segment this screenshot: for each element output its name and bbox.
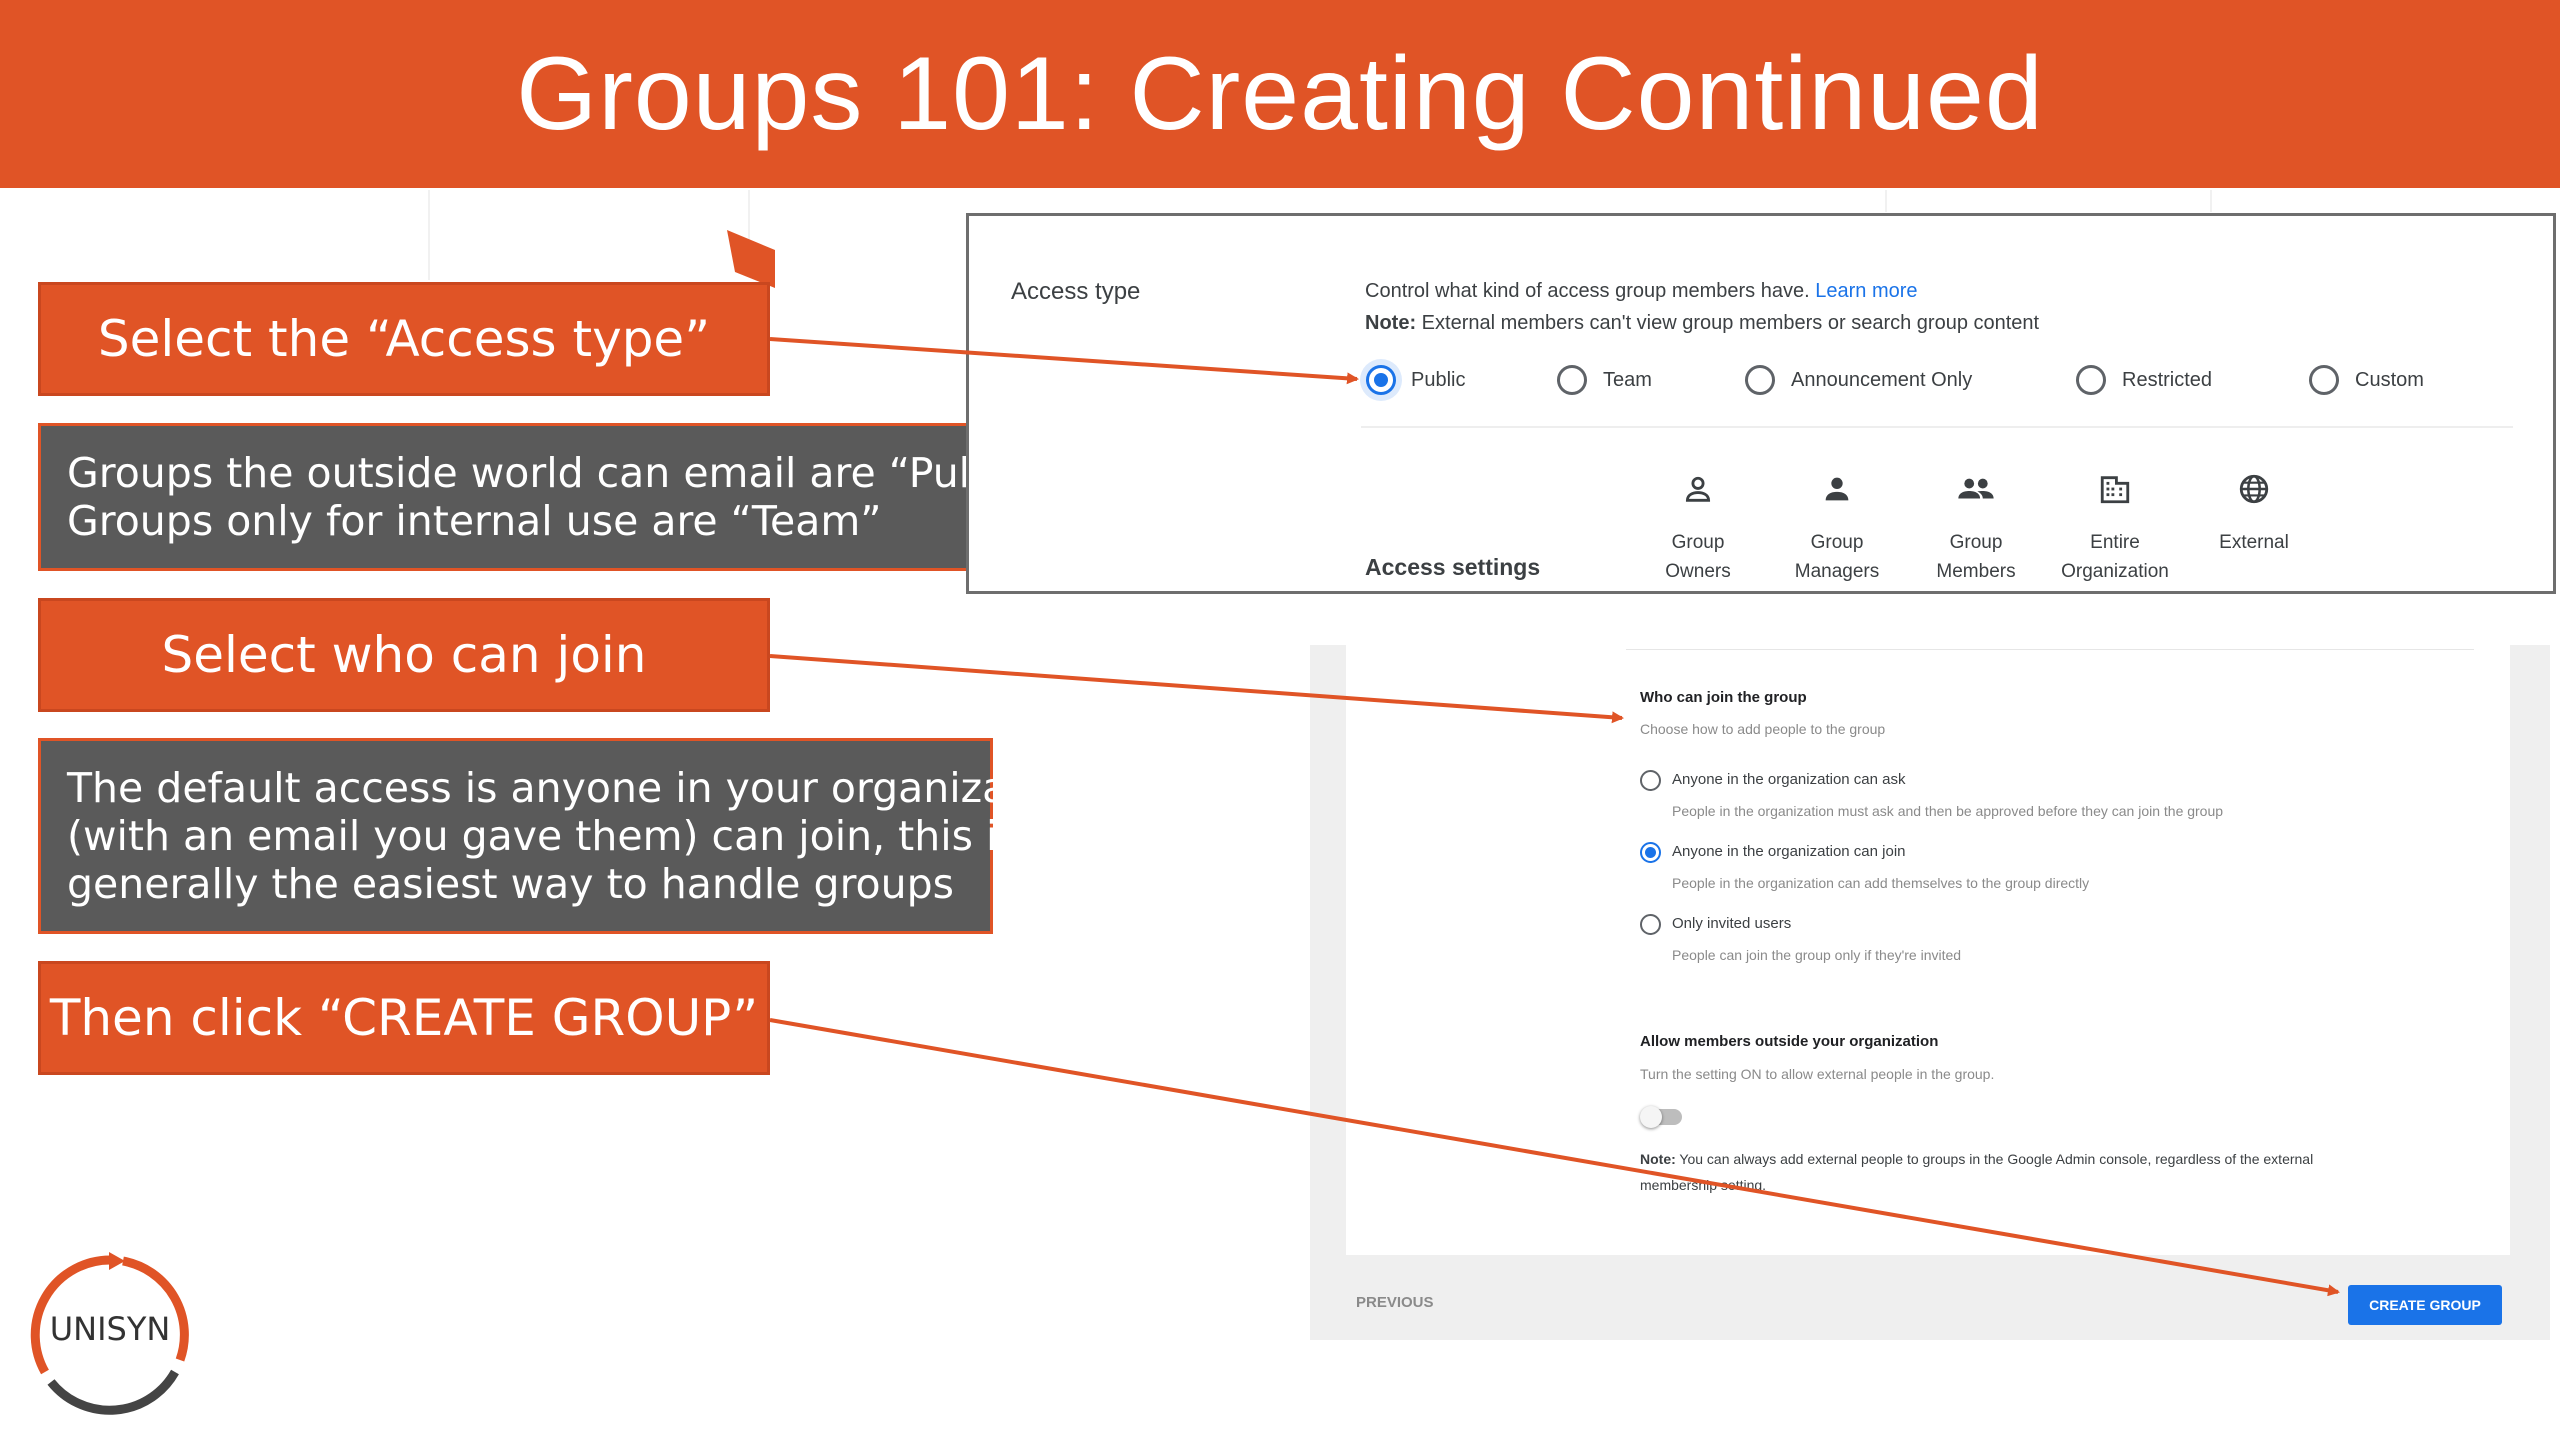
external-note-line-1: Note: You can always add external people… [1640,1151,2313,1167]
callout-default-line-2: (with an email you gave them) can join, … [67,812,1019,860]
perm-group-members: Group Members [1901,528,2051,586]
access-note-text: External members can't view group member… [1421,312,2040,334]
radio-public-label: Public [1411,369,1466,391]
perm-group-owners-line1: Group [1671,532,1725,553]
radio-org-can-ask-label: Anyone in the organization can ask [1672,771,1906,788]
callout-access-type-text: Select the “Access type” [97,310,711,368]
background-divider [748,190,750,260]
background-divider [428,190,430,280]
perm-group-owners-line2: Owners [1665,561,1731,582]
perm-group-owners: Group Owners [1623,528,1773,586]
radio-public[interactable] [1366,365,1396,395]
title-bar: Groups 101: Creating Continued [0,0,2560,188]
slide-title: Groups 101: Creating Continued [516,35,2044,152]
logo-text: UNISYN [49,1310,171,1348]
radio-only-invited-label: Only invited users [1672,915,1792,932]
person-icon [1817,469,1857,509]
radio-restricted-label: Restricted [2122,369,2213,391]
radio-only-invited[interactable] [1640,914,1661,935]
join-subtitle: Choose how to add people to the group [1640,721,1886,737]
access-type-panel: Access type Control what kind of access … [966,213,2556,594]
callout-default-line-1: The default access is anyone in your org… [67,764,1086,812]
radio-team-label: Team [1603,369,1652,391]
background-divider [1885,190,1887,212]
perm-group-managers: Group Managers [1762,528,1912,586]
slide: Groups 101: Creating Continued Select th… [0,0,2560,1440]
perm-external-line1: External [2219,532,2289,553]
perm-entire-organization-line1: Entire [2090,532,2140,553]
people-icon [1956,469,1996,509]
external-members-title: Allow members outside your organization [1640,1033,1939,1050]
callout-who-can-join-text: Select who can join [161,626,647,684]
callout-create-group: Then click “CREATE GROUP” [38,961,770,1075]
perm-entire-organization-line2: Organization [2061,561,2169,582]
create-group-button[interactable]: CREATE GROUP [2348,1285,2502,1325]
external-members-toggle[interactable] [1640,1104,1686,1130]
join-title: Who can join the group [1640,689,1807,706]
learn-more-link[interactable]: Learn more [1815,280,1917,302]
access-settings-label: Access settings [1365,554,1541,580]
callout-public-text: Groups the outside world can email are “… [67,449,1052,497]
background-divider [2210,190,2212,212]
radio-org-can-join-label: Anyone in the organization can join [1672,843,1906,860]
callout-public-team: Groups the outside world can email are “… [38,423,1051,571]
external-note-prefix: Note: [1640,1151,1676,1167]
radio-custom[interactable] [2309,365,2339,395]
radio-org-can-join[interactable] [1640,842,1661,863]
radio-org-can-join-desc: People in the organization can add thems… [1672,875,2090,891]
access-description-text: Control what kind of access group member… [1365,280,1810,302]
radio-org-can-ask-desc: People in the organization must ask and … [1672,803,2224,819]
perm-group-members-line2: Members [1936,561,2016,582]
access-type-label: Access type [1011,278,1141,305]
decorative-corner-shape [727,230,775,288]
access-note-prefix: Note: [1365,312,1417,334]
perm-entire-organization: Entire Organization [2040,528,2190,586]
perm-group-managers-line1: Group [1810,532,1864,553]
person-outline-icon [1678,469,1718,509]
previous-button[interactable]: PREVIOUS [1356,1294,1434,1311]
callout-default-access: The default access is anyone in your org… [38,738,1086,934]
toggle-knob [1640,1106,1662,1128]
perm-group-members-line1: Group [1949,532,2003,553]
access-note: Note: External members can't view group … [1365,312,2039,335]
perm-group-managers-line2: Managers [1794,561,1880,582]
radio-restricted[interactable] [2076,365,2106,395]
external-members-desc: Turn the setting ON to allow external pe… [1640,1066,1995,1082]
external-note-line-2: membership setting. [1640,1177,1767,1193]
radio-custom-label: Custom [2355,369,2424,391]
callout-default-line-3: generally the easiest way to handle grou… [67,860,954,908]
radio-org-can-ask[interactable] [1640,770,1661,791]
who-can-join-panel [1310,645,2550,1340]
external-note-text: You can always add external people to gr… [1679,1151,2314,1167]
access-description: Control what kind of access group member… [1365,280,1918,303]
callout-who-can-join: Select who can join [38,598,770,712]
radio-only-invited-desc: People can join the group only if they'r… [1672,947,1962,963]
radio-team[interactable] [1557,365,1587,395]
divider [1626,649,2474,650]
callout-team-text: Groups only for internal use are “Team” [67,497,882,545]
divider [1361,426,2513,428]
radio-announcement-only-label: Announcement Only [1791,369,1973,391]
globe-icon [2234,469,2274,509]
building-icon [2095,469,2135,509]
callout-create-group-text: Then click “CREATE GROUP” [49,989,759,1047]
callout-access-type: Select the “Access type” [38,282,770,396]
radio-announcement-only[interactable] [1745,365,1775,395]
perm-external: External [2179,528,2329,557]
